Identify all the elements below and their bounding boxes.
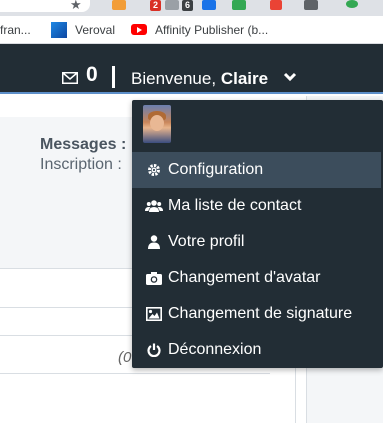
user-menu-toggle[interactable]: Bienvenue, Claire: [131, 69, 268, 89]
menu-item-logout[interactable]: Déconnexion: [132, 332, 381, 368]
image-icon: [145, 305, 163, 323]
extension-badge[interactable]: 6: [182, 0, 193, 11]
messages-label: Messages :: [40, 136, 127, 153]
extension-icon[interactable]: [304, 0, 318, 10]
user-icon: [145, 233, 163, 251]
extension-icon[interactable]: [165, 0, 179, 10]
menu-item-label: Configuration: [168, 161, 264, 178]
extension-icon[interactable]: [112, 0, 126, 10]
menu-item-profile[interactable]: Votre profil: [132, 224, 381, 260]
gear-icon: [145, 161, 163, 179]
menu-item-label: Déconnexion: [168, 341, 262, 358]
extension-badge[interactable]: 2: [150, 0, 161, 11]
menu-item-signature[interactable]: Changement de signature: [132, 296, 381, 332]
menu-item-avatar[interactable]: Changement d'avatar: [132, 260, 381, 296]
menu-item-label: Ma liste de contact: [168, 197, 302, 214]
user-dropdown-menu: Configuration Ma liste de contact Votre …: [132, 100, 383, 368]
users-icon: [145, 197, 163, 215]
count-text: (0: [118, 349, 132, 366]
camera-icon: [145, 269, 163, 287]
menu-item-contacts[interactable]: Ma liste de contact: [132, 188, 381, 224]
top-navbar: 0 Bienvenue, Claire: [0, 44, 383, 94]
menu-item-label: Votre profil: [168, 233, 245, 250]
menu-item-configuration[interactable]: Configuration: [132, 152, 381, 188]
browser-toolbar: ★ 2 6: [0, 0, 383, 16]
mail-icon[interactable]: [62, 72, 78, 84]
power-icon: [145, 341, 163, 359]
extension-icon[interactable]: [270, 0, 282, 10]
youtube-icon: [131, 24, 147, 35]
user-name: Claire: [220, 69, 269, 88]
inscription-label: Inscription :: [40, 156, 122, 173]
bookmark-star-icon[interactable]: ★: [70, 0, 82, 13]
menu-item-label: Changement de signature: [168, 305, 353, 322]
extension-icon[interactable]: [232, 0, 246, 10]
chevron-down-icon[interactable]: [283, 72, 297, 82]
greeting-text: Bienvenue,: [131, 69, 217, 88]
mail-count[interactable]: 0: [86, 63, 98, 87]
bookmark-item[interactable]: Affinity Publisher (b...: [155, 23, 268, 37]
veroval-icon: [51, 22, 67, 38]
bookmark-item[interactable]: Veroval: [75, 23, 115, 37]
bookmark-item[interactable]: fran...: [0, 23, 31, 37]
profile-icon[interactable]: [346, 0, 358, 8]
extension-icon[interactable]: [202, 0, 216, 10]
navbar-divider: [112, 66, 115, 88]
avatar: [143, 105, 171, 143]
menu-item-label: Changement d'avatar: [168, 269, 321, 286]
divider: [0, 373, 270, 374]
